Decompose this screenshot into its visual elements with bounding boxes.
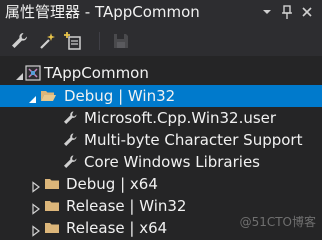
collapsed-arrow-icon[interactable]	[30, 178, 42, 193]
tree-item-sheet[interactable]: Multi-byte Character Support	[0, 129, 322, 151]
chevron-down-icon[interactable]	[259, 3, 275, 21]
tree-item-label: Debug | Win32	[64, 87, 176, 105]
add-sheet-icon[interactable]	[63, 31, 83, 51]
tree-item-sheet[interactable]: Core Windows Libraries	[0, 151, 322, 173]
wrench-icon	[62, 110, 78, 126]
tree-item-label: TAppCommon	[44, 64, 149, 82]
tree-item-label: Microsoft.Cpp.Win32.user	[84, 109, 277, 127]
wrench-icon[interactable]	[9, 31, 29, 51]
folder-icon	[44, 220, 60, 236]
tree-item-project[interactable]: TAppCommon	[0, 62, 322, 84]
folder-icon	[44, 198, 60, 214]
collapsed-arrow-icon[interactable]	[30, 200, 42, 215]
toolbar	[0, 24, 322, 56]
project-icon	[25, 65, 41, 81]
wrench-icon	[62, 154, 78, 170]
save-icon[interactable]	[111, 31, 131, 51]
close-icon[interactable]	[299, 3, 315, 21]
tree-item-label: Debug | x64	[66, 175, 158, 193]
wrench-icon	[62, 132, 78, 148]
tree-item-label: Release | Win32	[66, 197, 187, 215]
tree-item-config-debug-win32[interactable]: Debug | Win32	[0, 85, 322, 107]
property-manager-panel: 属性管理器 - TAppCommon TAppCommon Debug | Wi…	[0, 0, 322, 239]
folder-icon	[44, 176, 60, 192]
pin-icon[interactable]	[279, 3, 295, 21]
property-tree: TAppCommon Debug | Win32 Microsoft.Cpp.W…	[0, 56, 322, 239]
title-bar: 属性管理器 - TAppCommon	[0, 0, 322, 24]
collapsed-arrow-icon[interactable]	[30, 222, 42, 237]
tree-item-sheet[interactable]: Microsoft.Cpp.Win32.user	[0, 107, 322, 129]
wand-icon[interactable]	[37, 31, 57, 51]
tree-item-label: Multi-byte Character Support	[84, 131, 303, 149]
panel-title: 属性管理器 - TAppCommon	[5, 3, 200, 21]
expanded-arrow-icon[interactable]	[26, 90, 38, 103]
toolbar-separator	[99, 32, 100, 50]
tree-item-label: Core Windows Libraries	[84, 153, 260, 171]
expanded-arrow-icon[interactable]	[13, 67, 25, 80]
folder-open-icon	[40, 88, 56, 104]
tree-item-label: Release | x64	[66, 219, 168, 237]
tree-item-config-debug-x64[interactable]: Debug | x64	[0, 173, 322, 195]
watermark: @51CTO博客	[239, 215, 316, 229]
